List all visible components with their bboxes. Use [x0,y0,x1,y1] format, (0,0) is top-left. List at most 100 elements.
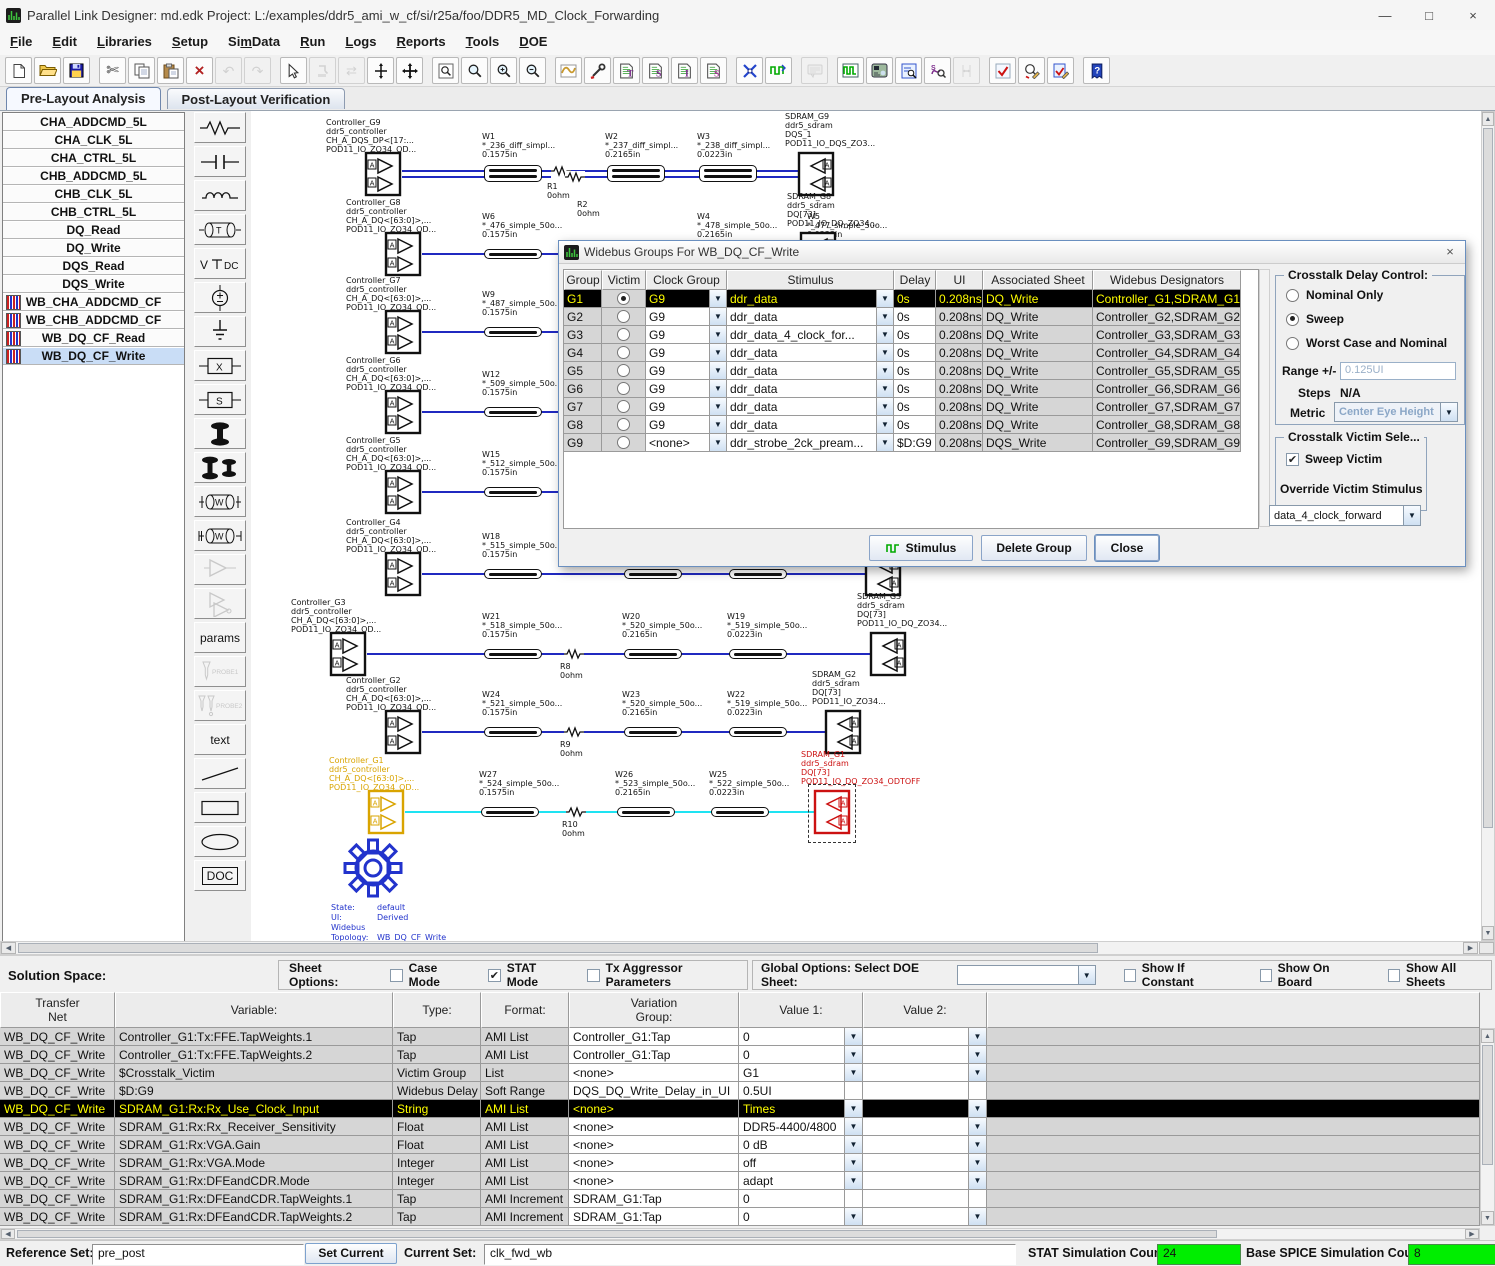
sidebar-item-cha_addcmd_5l[interactable]: CHA_ADDCMD_5L [3,113,184,131]
sidebar-item-cha_clk_5l[interactable]: CHA_CLK_5L [3,131,184,149]
select-doe-sheet-dropdown[interactable]: ▼ [957,965,1095,985]
chevron-down-icon[interactable]: ▼ [969,1154,987,1172]
variation-group-cell[interactable]: SDRAM_G1:Tap [569,1208,739,1226]
sidebar-item-wb_cha_addcmd_cf[interactable]: WB_CHA_ADDCMD_CF [3,293,184,311]
stimulus-cell[interactable]: ddr_data [727,416,877,434]
chevron-down-icon[interactable]: ▼ [969,1028,987,1046]
chevron-down-icon[interactable]: ▼ [710,398,727,416]
chevron-down-icon[interactable]: ▼ [710,326,727,344]
widebus-group-row-g6[interactable]: G6G9▼ddr_data▼0s0.208nsDQ_WriteControlle… [564,380,1258,398]
delay-cell[interactable]: $D:G9 [894,434,936,452]
sidebar-item-chb_ctrl_5l[interactable]: CHB_CTRL_5L [3,203,184,221]
toolbar-save-file-button[interactable] [63,57,90,84]
override-victim-stimulus-select[interactable]: data_4_clock_forward▼ [1269,505,1421,526]
menu-setup[interactable]: Setup [162,30,218,53]
sdram-g1-component[interactable]: AA [813,789,851,838]
tline-w26[interactable] [617,807,675,817]
toolbar-validate-edit-button[interactable] [1018,57,1045,84]
controller-g9-component[interactable]: AA [364,151,402,200]
delay-cell[interactable]: 0s [894,344,936,362]
tline-w18[interactable] [484,569,542,579]
toolbar-validate-button[interactable] [989,57,1016,84]
scrollbar-thumb[interactable] [17,1230,1217,1238]
chevron-down-icon[interactable]: ▼ [969,1136,987,1154]
toolbar-move-button[interactable] [396,57,423,84]
victim-radio[interactable] [617,364,630,377]
clock-group-cell[interactable]: G9 [646,380,710,398]
menu-reports[interactable]: Reports [386,30,455,53]
delay-cell[interactable]: 0s [894,416,936,434]
controller-g8-component[interactable]: AA [384,231,422,280]
stimulus-button[interactable]: Stimulus [869,535,973,561]
palette-s-block-button[interactable]: S [194,384,246,415]
delay-cell[interactable]: 0s [894,326,936,344]
toolbar-edit-stimulus-button[interactable] [555,57,582,84]
stimulus-cell[interactable]: ddr_data [727,398,877,416]
solution-row-10[interactable]: WB_DQ_CF_WriteSDRAM_G1:Rx:DFEandCDR.TapW… [0,1190,1480,1208]
stimulus-cell[interactable]: ddr_data [727,362,877,380]
palette-line-button[interactable] [194,758,246,789]
resistor-r10[interactable] [566,806,586,821]
chevron-down-icon[interactable]: ▼ [877,416,894,434]
toolbar-open-file-button[interactable] [34,57,61,84]
palette-params-button[interactable]: params [194,622,246,653]
chevron-down-icon[interactable]: ▼ [1078,966,1095,984]
sidebar-item-wb_dq_cf_read[interactable]: WB_DQ_CF_Read [3,329,184,347]
stimulus-cell[interactable]: ddr_data [727,344,877,362]
sidebar-item-cha_ctrl_5l[interactable]: CHA_CTRL_5L [3,149,184,167]
canvas-horizontal-scrollbar[interactable]: ◀ ▶ [0,941,1495,955]
widebus-group-row-g4[interactable]: G4G9▼ddr_data▼0s0.208nsDQ_WriteControlle… [564,344,1258,362]
value1-cell[interactable]: 0 [739,1208,845,1226]
clock-group-cell[interactable]: G9 [646,362,710,380]
global-show-on-board-checkbox[interactable] [1260,969,1272,982]
dialog-close-icon[interactable]: × [1441,243,1459,261]
toolbar-wave-analyzer-button[interactable]: S [924,57,951,84]
chevron-down-icon[interactable]: ▼ [710,380,727,398]
close-dialog-button[interactable]: Close [1095,535,1159,561]
toolbar-sheet-explorer-button[interactable] [895,57,922,84]
tline-w3[interactable] [699,165,757,182]
value1-cell[interactable]: off [739,1154,845,1172]
value2-cell[interactable] [863,1118,969,1136]
close-button[interactable]: × [1451,1,1495,29]
scroll-left-icon[interactable]: ◀ [1,1229,15,1239]
palette-ellipse-button[interactable] [194,826,246,857]
menu-tools[interactable]: Tools [456,30,510,53]
toolbar-waveform-viewer-button[interactable] [837,57,864,84]
global-show-all-sheets-checkbox[interactable] [1388,969,1400,982]
toolbar-zoom-full-button[interactable] [461,57,488,84]
toolbar-ibis-report-button[interactable]: I [671,57,698,84]
controller-g2-component[interactable]: AA [384,709,422,758]
delay-cell[interactable]: 0s [894,308,936,326]
chevron-down-icon[interactable]: ▼ [969,1118,987,1136]
tline-w12[interactable] [484,407,542,417]
clock-group-cell[interactable]: G9 [646,290,710,308]
palette-w-line-terminated-button[interactable]: W [194,520,246,551]
chevron-down-icon[interactable]: ▼ [877,434,894,452]
palette-inductor-button[interactable] [194,180,246,211]
value2-cell[interactable] [863,1064,969,1082]
toolbar-stimulus-wrench-button[interactable] [584,57,611,84]
resistor-r2[interactable] [565,171,585,186]
toolbar-sim-settings-button[interactable] [736,57,763,84]
toolbar-spice-report-button[interactable]: S [642,57,669,84]
sidebar-item-dq_read[interactable]: DQ_Read [3,221,184,239]
solution-row-11[interactable]: WB_DQ_CF_WriteSDRAM_G1:Rx:DFEandCDR.TapW… [0,1208,1480,1226]
palette-dual-via-button[interactable] [194,452,246,483]
victim-radio[interactable] [617,436,630,449]
controller-g4-component[interactable]: AA [384,551,422,600]
palette-w-line-button[interactable]: W [194,486,246,517]
tline-g4-2[interactable] [729,569,787,579]
tab-pre-layout-analysis[interactable]: Pre-Layout Analysis [6,87,161,110]
toolbar-cut-button[interactable]: ✄ [99,57,126,84]
stimulus-cell[interactable]: ddr_data [727,380,877,398]
victim-radio[interactable] [617,328,630,341]
chevron-down-icon[interactable]: ▼ [845,1100,863,1118]
toolbar-paste-button[interactable] [157,57,184,84]
dialog-title-bar[interactable]: Widebus Groups For WB_DQ_CF_Write [559,241,1465,264]
palette-rectangle-button[interactable] [194,792,246,823]
chevron-down-icon[interactable]: ▼ [845,1118,863,1136]
scrollbar-thumb[interactable] [1482,1045,1493,1165]
menu-libraries[interactable]: Libraries [87,30,162,53]
stimulus-cell[interactable]: ddr_data_4_clock_for... [727,326,877,344]
